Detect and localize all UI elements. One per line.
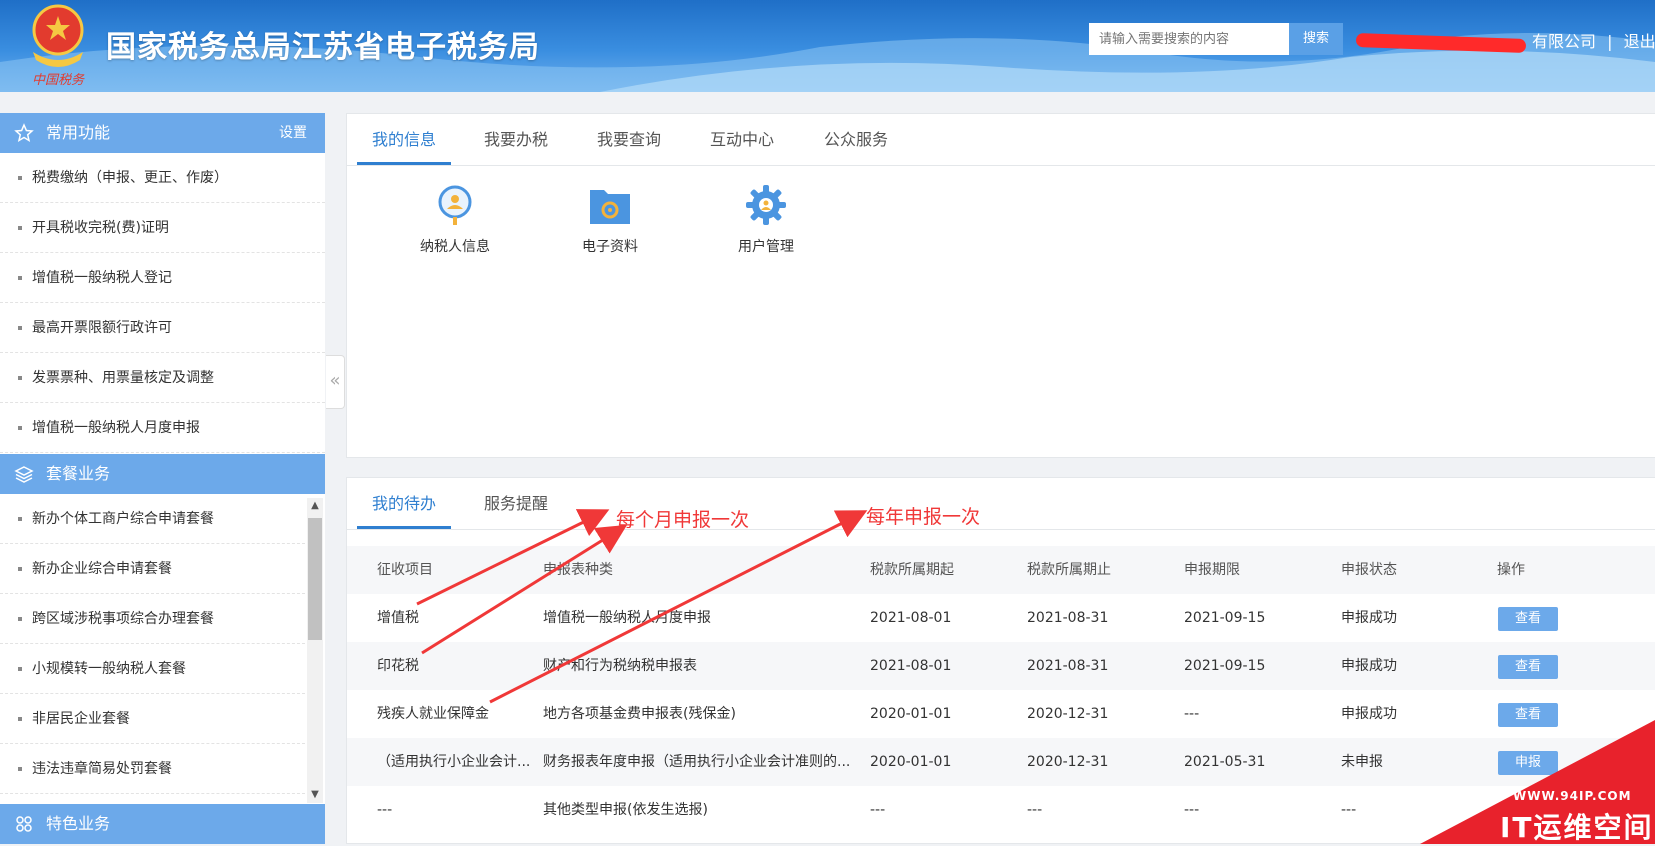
- annotation-yearly: 每年申报一次: [866, 506, 981, 528]
- watermark-name: IT运维空间: [1500, 811, 1654, 844]
- arrow-monthly-stamp: [421, 524, 628, 655]
- annotation-monthly: 每个月申报一次: [616, 509, 750, 531]
- annotation-arrows: [416, 509, 868, 704]
- watermark-url: WWW.94IP.COM: [1513, 789, 1632, 803]
